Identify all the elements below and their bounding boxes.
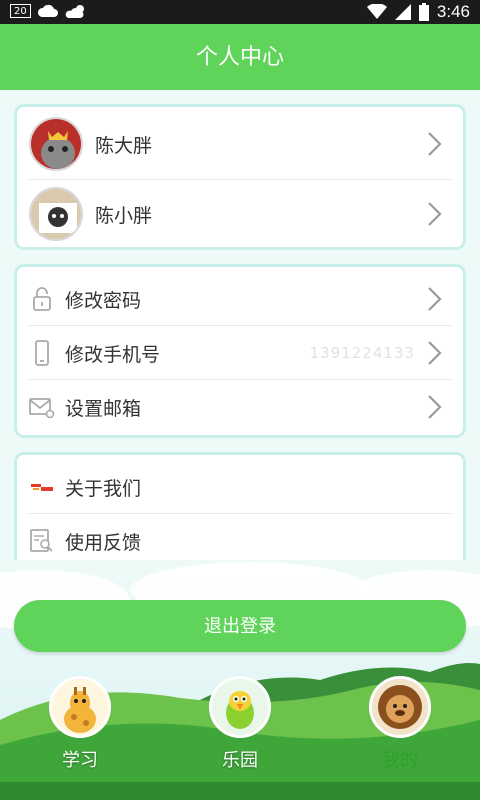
chevron-right-icon bbox=[428, 132, 442, 156]
tab-mine-label: 我的 bbox=[382, 750, 418, 770]
about-card: 关于我们 使用反馈 bbox=[14, 452, 466, 572]
accounts-card: 陈大胖 陈小胖 bbox=[14, 104, 466, 250]
chevron-right-icon bbox=[428, 395, 442, 419]
divider bbox=[29, 379, 451, 380]
account-name: 陈大胖 bbox=[95, 134, 153, 157]
lion-icon bbox=[369, 676, 431, 738]
parrot-icon bbox=[209, 676, 271, 738]
tab-learn[interactable]: 学习 bbox=[49, 676, 111, 772]
cloud-icon bbox=[37, 4, 58, 17]
cat-avatar-icon bbox=[31, 119, 81, 169]
status-right: 3:46 bbox=[366, 0, 470, 24]
chevron-right-icon bbox=[428, 287, 442, 311]
feedback-label: 使用反馈 bbox=[65, 531, 142, 554]
account-item-1[interactable]: 陈大胖 bbox=[29, 115, 451, 173]
change-password-item[interactable]: 修改密码 bbox=[29, 273, 451, 325]
notification-badge: 20 bbox=[10, 4, 31, 18]
phone-number-value: 1391224133 bbox=[309, 344, 415, 362]
divider bbox=[29, 179, 451, 180]
lock-icon bbox=[33, 287, 51, 311]
status-bar: 20 3:46 bbox=[0, 0, 480, 24]
account-name: 陈小胖 bbox=[95, 204, 153, 227]
account-item-2[interactable]: 陈小胖 bbox=[29, 185, 451, 243]
settings-card: 修改密码 修改手机号 1391224133 设置邮箱 bbox=[14, 264, 466, 438]
logout-button[interactable]: 退出登录 bbox=[14, 600, 466, 652]
avatar bbox=[29, 187, 83, 241]
chevron-right-icon bbox=[428, 341, 442, 365]
weather-icon bbox=[65, 5, 84, 18]
tab-learn-label: 学习 bbox=[62, 750, 98, 770]
about-us-item[interactable]: 关于我们 bbox=[29, 461, 451, 513]
battery-icon bbox=[418, 3, 429, 21]
divider bbox=[29, 325, 451, 326]
about-us-label: 关于我们 bbox=[65, 477, 142, 500]
avatar bbox=[29, 117, 83, 171]
tab-park-label: 乐园 bbox=[222, 750, 258, 770]
divider bbox=[29, 513, 451, 514]
set-email-label: 设置邮箱 bbox=[65, 397, 142, 420]
brand-logo-icon bbox=[30, 483, 54, 492]
chevron-right-icon bbox=[428, 202, 442, 226]
page-title: 个人中心 bbox=[0, 24, 480, 90]
mail-settings-icon bbox=[29, 398, 55, 419]
cat-sticker-avatar-icon bbox=[31, 189, 81, 239]
phone-icon bbox=[35, 340, 49, 366]
feedback-icon bbox=[30, 529, 53, 552]
change-password-label: 修改密码 bbox=[65, 289, 142, 312]
set-email-item[interactable]: 设置邮箱 bbox=[29, 381, 451, 433]
change-phone-label: 修改手机号 bbox=[65, 343, 161, 366]
tab-mine[interactable]: 我的 bbox=[369, 676, 431, 772]
change-phone-item[interactable]: 修改手机号 1391224133 bbox=[29, 327, 451, 379]
status-left: 20 bbox=[10, 3, 89, 19]
clock: 3:46 bbox=[436, 2, 470, 21]
tab-park[interactable]: 乐园 bbox=[209, 676, 271, 772]
wifi-icon bbox=[366, 4, 387, 19]
signal-icon bbox=[394, 4, 411, 20]
giraffe-icon bbox=[49, 676, 111, 738]
